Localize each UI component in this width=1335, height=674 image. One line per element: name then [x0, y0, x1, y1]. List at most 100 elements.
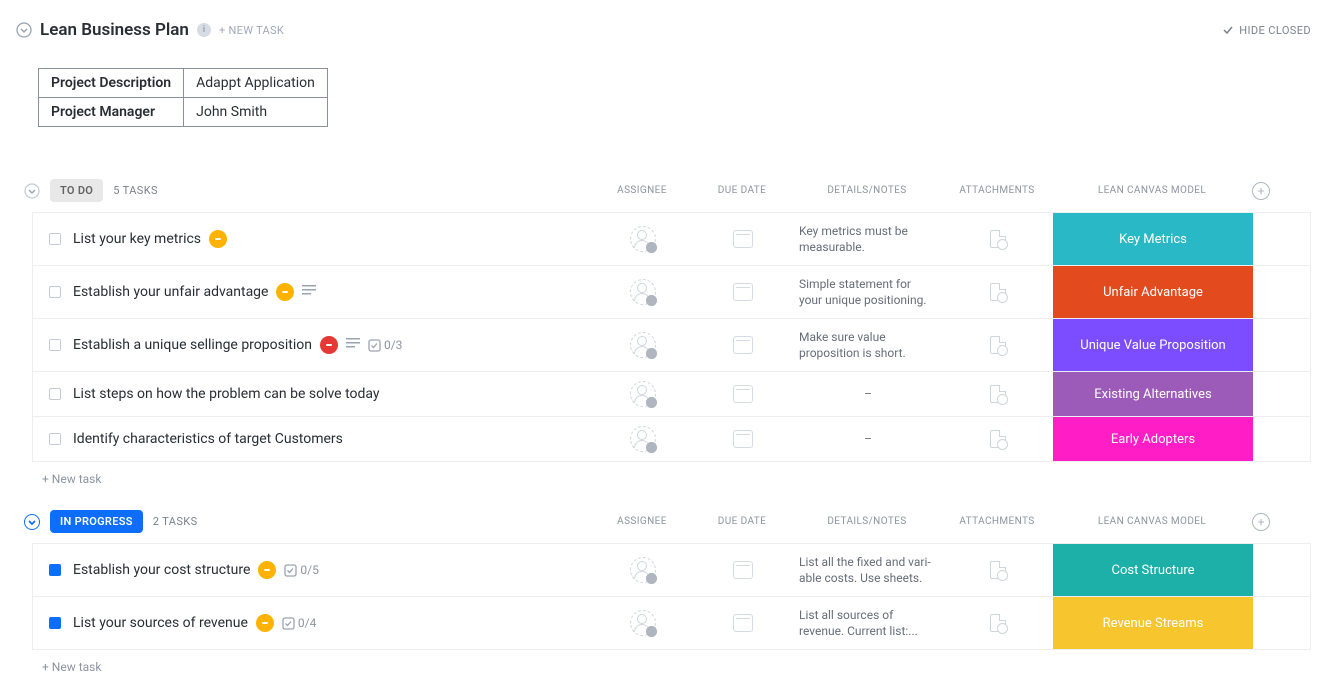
task-details: Key metrics must be measurable. [793, 223, 943, 255]
due-date-placeholder[interactable] [733, 385, 753, 403]
task-name[interactable]: Identify characteristics of target Custo… [73, 431, 343, 447]
due-date-placeholder[interactable] [733, 336, 753, 354]
assignee-placeholder[interactable]: + [630, 610, 656, 636]
col-details: DETAILS/NOTES [792, 516, 942, 527]
info-icon[interactable]: i [197, 23, 211, 37]
task-count: 2 TASKS [153, 515, 198, 528]
task-row[interactable]: List your key metrics + Key metrics must b… [33, 213, 1310, 266]
canvas-tag[interactable]: Cost Structure [1053, 544, 1253, 596]
col-attachments: ATTACHMENTS [942, 516, 1052, 527]
assignee-placeholder[interactable]: + [630, 557, 656, 583]
section-header: TO DO5 TASKSASSIGNEEDUE DATEDETAILS/NOTE… [24, 179, 1311, 202]
section-header: IN PROGRESS 2 TASKS ASSIGNEEDUE DATEDETAIL… [24, 510, 1311, 533]
priority-icon [276, 283, 294, 301]
task-rows: List your key metrics + Key metrics must b… [32, 212, 1311, 462]
hide-closed-button[interactable]: HIDE CLOSED [1222, 24, 1311, 37]
canvas-tag[interactable]: Unique Value Proposition [1053, 319, 1253, 371]
new-task-button[interactable]: + NEW TASK [219, 24, 284, 37]
col-assignee: ASSIGNEE [592, 516, 692, 527]
task-checkbox[interactable] [49, 233, 61, 245]
canvas-tag[interactable]: Key Metrics [1053, 213, 1253, 265]
task-details: List all sources of revenue. Current lis… [793, 607, 943, 639]
task-checkbox[interactable] [49, 388, 61, 400]
page-header: Lean Business Plan i + NEW TASK HIDE CLO… [16, 20, 1311, 40]
assignee-placeholder[interactable]: + [630, 426, 656, 452]
canvas-tag[interactable]: Early Adopters [1053, 417, 1253, 461]
due-date-placeholder[interactable] [733, 283, 753, 301]
new-task-button[interactable]: + New task [24, 462, 1311, 486]
status-pill[interactable]: IN PROGRESS [50, 510, 143, 533]
new-task-button[interactable]: + New task [24, 650, 1311, 674]
task-row[interactable]: Establish your cost structure0/5+List al… [33, 544, 1310, 597]
task-details: Make sure value proposition is short. [793, 329, 943, 361]
canvas-tag[interactable]: Existing Alternatives [1053, 372, 1253, 416]
priority-icon [256, 614, 274, 632]
meta-row: Project ManagerJohn Smith [39, 98, 328, 127]
task-name[interactable]: List your sources of revenue [73, 615, 248, 631]
task-row[interactable]: List steps on how the problem can be sol… [33, 372, 1310, 417]
priority-icon [258, 561, 276, 579]
meta-value: John Smith [184, 98, 328, 127]
attachment-icon[interactable] [990, 430, 1006, 448]
meta-label: Project Description [39, 69, 184, 98]
task-name[interactable]: Establish your cost structure [73, 562, 250, 578]
assignee-placeholder[interactable]: + [630, 226, 656, 252]
priority-icon [209, 230, 227, 248]
section-collapse-icon[interactable] [24, 183, 40, 199]
task-count: 5 TASKS [113, 184, 158, 197]
task-name[interactable]: List steps on how the problem can be sol… [73, 386, 380, 402]
col-assignee: ASSIGNEE [592, 185, 692, 196]
task-rows: Establish your cost structure 0/5 + List al… [32, 543, 1311, 650]
task-checkbox[interactable] [49, 564, 61, 576]
description-icon [302, 284, 316, 300]
description-icon [346, 337, 360, 353]
assignee-placeholder[interactable]: + [630, 332, 656, 358]
attachment-icon[interactable] [990, 283, 1006, 301]
attachment-icon[interactable] [990, 336, 1006, 354]
due-date-placeholder[interactable] [733, 230, 753, 248]
project-meta-table: Project DescriptionAdappt ApplicationPro… [38, 68, 328, 127]
meta-value: Adappt Application [184, 69, 328, 98]
col-model: LEAN CANVAS MODEL [1052, 185, 1252, 196]
col-details: DETAILS/NOTES [792, 185, 942, 196]
task-checkbox[interactable] [49, 286, 61, 298]
col-due: DUE DATE [692, 516, 792, 527]
page-title: Lean Business Plan [40, 20, 189, 40]
task-row[interactable]: Identify characteristics of target Custo… [33, 417, 1310, 462]
task-row[interactable]: List your sources of revenue 0/4 + List all… [33, 597, 1310, 650]
task-details: – [793, 386, 943, 402]
attachment-icon[interactable] [990, 230, 1006, 248]
task-name[interactable]: Establish your unfair advantage [73, 284, 268, 300]
col-attachments: ATTACHMENTS [942, 185, 1052, 196]
task-name[interactable]: List your key metrics [73, 231, 201, 247]
canvas-tag[interactable]: Revenue Streams [1053, 597, 1253, 649]
due-date-placeholder[interactable] [733, 614, 753, 632]
canvas-tag[interactable]: Unfair Advantage [1053, 266, 1253, 318]
task-checkbox[interactable] [49, 617, 61, 629]
assignee-placeholder[interactable]: + [630, 381, 656, 407]
checklist-count: 0/5 [284, 563, 318, 577]
section-collapse-icon[interactable] [24, 514, 40, 530]
meta-label: Project Manager [39, 98, 184, 127]
checklist-count: 0/3 [368, 338, 402, 352]
col-model: LEAN CANVAS MODEL [1052, 516, 1252, 527]
collapse-all-icon[interactable] [16, 22, 32, 38]
due-date-placeholder[interactable] [733, 561, 753, 579]
add-column-button[interactable]: + [1252, 513, 1270, 531]
attachment-icon[interactable] [990, 614, 1006, 632]
task-details: – [793, 431, 943, 447]
add-column-button[interactable]: + [1252, 182, 1270, 200]
task-row[interactable]: Establish a unique sellinge proposition 0… [33, 319, 1310, 372]
due-date-placeholder[interactable] [733, 430, 753, 448]
assignee-placeholder[interactable]: + [630, 279, 656, 305]
meta-row: Project DescriptionAdappt Application [39, 69, 328, 98]
attachment-icon[interactable] [990, 385, 1006, 403]
attachment-icon[interactable] [990, 561, 1006, 579]
task-name[interactable]: Establish a unique sellinge proposition [73, 337, 312, 353]
priority-icon [320, 336, 338, 354]
task-checkbox[interactable] [49, 433, 61, 445]
task-checkbox[interactable] [49, 339, 61, 351]
task-row[interactable]: Establish your unfair advantage+Simple s… [33, 266, 1310, 319]
checklist-count: 0/4 [282, 616, 316, 630]
status-pill[interactable]: TO DO [50, 179, 103, 202]
